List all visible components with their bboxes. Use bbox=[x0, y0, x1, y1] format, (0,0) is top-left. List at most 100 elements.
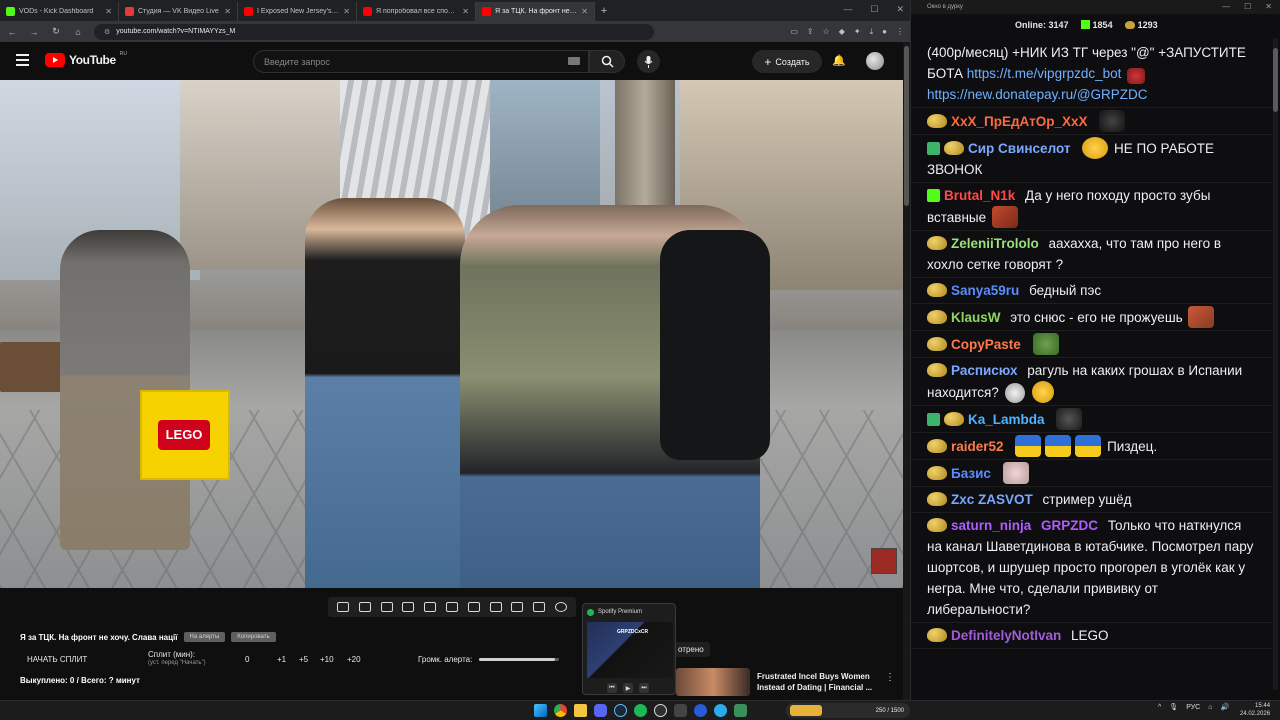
tray-widget[interactable]: 250 / 1500 bbox=[786, 703, 910, 718]
chrome-icon[interactable] bbox=[554, 704, 567, 717]
lab-flask-icon[interactable] bbox=[533, 602, 546, 612]
audio-icon[interactable] bbox=[358, 602, 371, 612]
message-link[interactable]: https://new.donatepay.ru/@GRPZDC bbox=[927, 87, 1148, 102]
close-tab-icon[interactable]: ✕ bbox=[224, 7, 231, 16]
chat-username[interactable]: Zxc ZASVOT bbox=[951, 492, 1033, 507]
chat-username[interactable]: Sanya59ru bbox=[951, 283, 1019, 298]
chat-username[interactable]: XxX_ПрЕдАтОр_XxX bbox=[951, 114, 1088, 129]
close-tab-icon[interactable]: ✕ bbox=[105, 7, 112, 16]
camera-icon[interactable] bbox=[511, 602, 524, 612]
chat-username[interactable]: Ka_Lambda bbox=[968, 412, 1045, 427]
maximize-icon[interactable]: ☐ bbox=[870, 4, 878, 15]
chat-mention[interactable]: GRPZDC bbox=[1041, 518, 1098, 533]
spotify-icon[interactable] bbox=[634, 704, 647, 717]
notifications-bell-icon[interactable]: 🔔 bbox=[832, 54, 846, 67]
chat-username[interactable]: ZeleniiTrololo bbox=[951, 236, 1039, 251]
forward-icon[interactable]: → bbox=[28, 27, 40, 37]
menu-dots-icon[interactable]: ⋮ bbox=[896, 27, 904, 37]
chat-username[interactable]: CopyPaste bbox=[951, 337, 1021, 352]
play-icon[interactable]: ▶ bbox=[623, 683, 633, 693]
discord-icon[interactable] bbox=[594, 704, 607, 717]
account-avatar[interactable] bbox=[866, 52, 884, 70]
extension-icon[interactable]: ◆ bbox=[839, 27, 845, 37]
chat-username[interactable]: saturn_ninja bbox=[951, 518, 1031, 533]
chat-username[interactable]: KlausW bbox=[951, 310, 1001, 325]
alert-volume-slider[interactable] bbox=[479, 658, 559, 661]
share-icon[interactable]: ⇪ bbox=[807, 27, 814, 37]
chat-username[interactable]: raider52 bbox=[951, 439, 1004, 454]
next-track-icon[interactable]: ⏭ bbox=[639, 683, 649, 693]
browser-tab-3[interactable]: I Exposed New Jersey's Jewish ✕ bbox=[238, 2, 357, 21]
chat-username[interactable]: Расписюх bbox=[951, 363, 1018, 378]
browser-tab-4[interactable]: Я попробовал все способы б ✕ bbox=[357, 2, 476, 21]
screenshot-icon[interactable] bbox=[380, 602, 393, 612]
microphone-icon[interactable]: 🎙 bbox=[1169, 703, 1178, 711]
start-menu-icon[interactable] bbox=[534, 704, 547, 717]
close-tab-icon[interactable]: ✕ bbox=[343, 7, 350, 16]
minimize-icon[interactable]: — bbox=[843, 4, 852, 15]
cinema-mode-icon[interactable] bbox=[445, 602, 458, 612]
keyboard-icon[interactable] bbox=[568, 57, 580, 65]
send-to-alerts-button[interactable]: На алерты bbox=[183, 632, 226, 642]
chat-scrollbar[interactable] bbox=[1273, 38, 1278, 690]
video-player[interactable]: LEGO bbox=[0, 80, 903, 588]
chat-username[interactable]: Базис bbox=[951, 466, 991, 481]
previous-track-icon[interactable]: ⏮ bbox=[607, 683, 617, 693]
language-indicator[interactable]: РУС bbox=[1186, 704, 1200, 711]
minimize-icon[interactable]: — bbox=[1222, 2, 1230, 11]
split-add-5-button[interactable]: +5 bbox=[299, 655, 308, 664]
chat-username[interactable]: DefinitelyNotIvan bbox=[951, 628, 1061, 643]
page-scrollbar[interactable] bbox=[903, 42, 910, 700]
speed-icon[interactable] bbox=[467, 602, 480, 612]
split-value-0[interactable]: 0 bbox=[245, 655, 249, 664]
browser-tab-5[interactable]: Я за ТЦК. На фронт не хочу. С ✕ bbox=[476, 2, 595, 21]
start-split-button[interactable]: НАЧАТЬ СПЛИТ bbox=[27, 655, 87, 664]
spotify-window-thumbnail[interactable]: GRPZDCxCR bbox=[587, 622, 673, 678]
site-info-icon[interactable]: ⚙ bbox=[104, 28, 110, 36]
folder-icon[interactable] bbox=[574, 704, 587, 717]
bookmark-star-icon[interactable]: ☆ bbox=[823, 27, 830, 37]
clock[interactable]: 15:44 24.02.2026 bbox=[1240, 702, 1270, 718]
close-tab-icon[interactable]: ✕ bbox=[462, 7, 469, 16]
close-icon[interactable]: ✕ bbox=[1265, 2, 1272, 11]
home-icon[interactable]: ⌂ bbox=[72, 27, 84, 37]
cast-icon[interactable]: ▭ bbox=[790, 27, 798, 37]
new-tab-button[interactable]: + bbox=[595, 2, 613, 21]
download-icon[interactable]: ⤓ bbox=[870, 27, 874, 37]
profile-icon[interactable]: ● bbox=[882, 27, 887, 37]
message-link[interactable]: https://t.me/vipgrpzdc_bot bbox=[967, 66, 1122, 81]
chat-username[interactable]: Brutal_N1k bbox=[944, 188, 1015, 203]
youtube-logo[interactable]: YouTube RU bbox=[45, 51, 127, 67]
reload-icon[interactable]: ↻ bbox=[50, 26, 62, 37]
copy-button[interactable]: Копировать bbox=[231, 632, 276, 642]
spotify-taskbar-preview[interactable]: Spotify Premium GRPZDCxCR ⏮ ▶ ⏭ bbox=[582, 603, 676, 695]
create-button[interactable]: + Создать bbox=[752, 50, 822, 73]
picture-in-picture-icon[interactable] bbox=[424, 602, 437, 612]
app-icon[interactable] bbox=[734, 704, 747, 717]
media-player-icon[interactable] bbox=[694, 704, 707, 717]
split-add-10-button[interactable]: +10 bbox=[320, 655, 334, 664]
more-options-icon[interactable]: ⋮ bbox=[885, 672, 895, 683]
network-icon[interactable]: ⌂ bbox=[1208, 704, 1212, 711]
menu-icon[interactable] bbox=[16, 54, 29, 66]
back-icon[interactable]: ← bbox=[6, 27, 18, 37]
puzzle-icon[interactable]: ✦ bbox=[854, 27, 861, 37]
recommended-video-thumbnail[interactable] bbox=[676, 668, 750, 696]
chevron-up-icon[interactable]: ^ bbox=[1158, 704, 1161, 711]
loop-icon[interactable] bbox=[336, 602, 349, 612]
telegram-icon[interactable] bbox=[714, 704, 727, 717]
steam-icon[interactable] bbox=[614, 704, 627, 717]
search-button[interactable] bbox=[589, 50, 625, 73]
search-input[interactable]: Введите запрос bbox=[253, 50, 589, 73]
close-tab-icon[interactable]: ✕ bbox=[581, 7, 588, 16]
browser-tab-1[interactable]: VODs - Kick Dashboard ✕ bbox=[0, 2, 119, 21]
recommended-video-title[interactable]: Frustrated Incel Buys Women Instead of D… bbox=[757, 671, 882, 693]
settings-gear-icon[interactable] bbox=[555, 602, 568, 612]
chat-username[interactable]: Сир Свинселот bbox=[968, 141, 1070, 156]
voice-search-button[interactable] bbox=[637, 50, 660, 73]
close-icon[interactable]: ✕ bbox=[896, 4, 904, 15]
volume-icon[interactable]: 🔊 bbox=[1220, 703, 1229, 711]
filter-icon[interactable] bbox=[489, 602, 502, 612]
obs-icon[interactable] bbox=[654, 704, 667, 717]
url-field[interactable]: ⚙ youtube.com/watch?v=NTIMAYYzs_M bbox=[94, 23, 654, 40]
